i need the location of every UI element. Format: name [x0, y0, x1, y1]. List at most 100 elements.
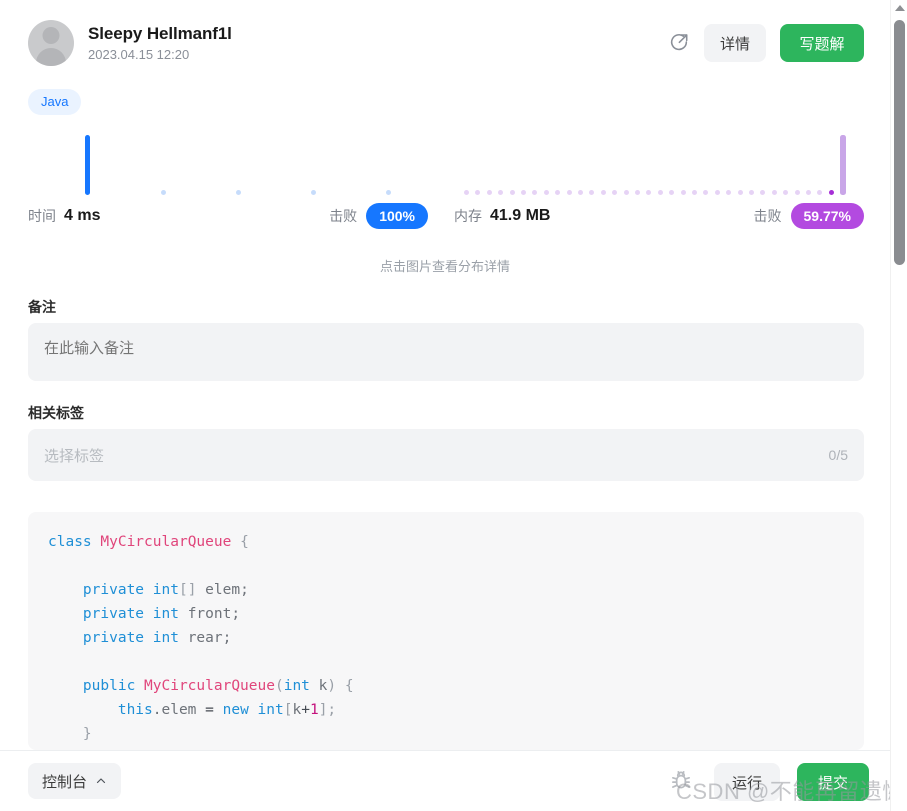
page-root: Sleepy Hellmanf1l 2023.04.15 12:20 详情 写题…	[0, 0, 907, 811]
code-token: int	[257, 702, 284, 718]
memory-distribution-chart[interactable]	[454, 135, 864, 195]
memory-chart-bar	[600, 190, 606, 195]
memory-chart-bar	[680, 190, 686, 195]
detail-button[interactable]: 详情	[704, 24, 766, 62]
memory-chart-bar	[464, 190, 469, 195]
memory-chart-bar	[749, 190, 754, 195]
code-token: int	[152, 582, 179, 598]
memory-beat-badge: 59.77%	[790, 203, 864, 229]
memory-stat[interactable]: 内存 41.9 MB 击败 59.77%	[454, 135, 864, 245]
time-chart-bar	[161, 190, 166, 195]
remark-input[interactable]	[28, 323, 864, 381]
memory-label: 内存	[454, 208, 482, 224]
code-token: private	[82, 582, 153, 598]
memory-chart-bar	[623, 190, 629, 195]
share-icon[interactable]	[668, 32, 690, 54]
code-token: public	[82, 678, 145, 694]
code-token: ];	[318, 702, 337, 718]
tags-placeholder: 选择标签	[44, 447, 105, 465]
code-token: MyCircularQueue	[144, 678, 275, 694]
code-token: []	[178, 582, 206, 598]
language-tag: Java	[28, 89, 82, 115]
memory-chart-bar	[635, 190, 640, 195]
run-button[interactable]: 运行	[714, 763, 780, 801]
stats-section: 时间 4 ms 击败 100% 内存 41.9 MB 击败 59.77%	[28, 135, 864, 245]
memory-chart-bar	[555, 190, 561, 195]
time-chart-bar-current	[85, 135, 90, 195]
code-token: private	[82, 606, 153, 622]
chevron-up-icon	[95, 775, 107, 787]
time-label: 时间	[28, 208, 56, 224]
time-stat[interactable]: 时间 4 ms 击败 100%	[28, 135, 428, 245]
code-token: {	[240, 534, 249, 550]
code-line: class MyCircularQueue {	[48, 530, 844, 554]
code-token: class	[48, 534, 101, 550]
submit-time: 2023.04.15 12:20	[88, 46, 190, 62]
code-content: class MyCircularQueue { private int[] el…	[28, 512, 864, 750]
code-token: (	[274, 678, 284, 694]
page-scrollbar[interactable]	[890, 0, 907, 811]
code-token: rear;	[187, 630, 232, 646]
memory-chart-bar	[737, 190, 743, 195]
code-token: this	[117, 702, 153, 718]
header-actions: 详情 写题解	[668, 24, 864, 62]
time-chart-bar	[386, 190, 391, 195]
memory-chart-bar	[657, 190, 663, 195]
remark-label: 备注	[28, 299, 56, 315]
memory-stat-row: 内存 41.9 MB 击败 59.77%	[454, 203, 864, 229]
memory-chart-bar	[646, 190, 652, 195]
time-distribution-chart[interactable]	[28, 135, 428, 195]
memory-chart-bar	[509, 190, 515, 195]
submission-header: Sleepy Hellmanf1l 2023.04.15 12:20 详情 写题…	[28, 18, 864, 68]
submit-button[interactable]: 提交	[797, 763, 869, 801]
code-token: }	[82, 726, 92, 742]
code-token: )	[327, 678, 345, 694]
memory-chart-bar-marker	[828, 190, 834, 195]
code-token: private	[82, 630, 153, 646]
time-beat-label: 击败	[329, 208, 358, 224]
console-button[interactable]: 控制台	[28, 763, 122, 799]
bottom-toolbar: 控制台 运行 提交	[0, 750, 890, 811]
user-name: Sleepy Hellmanf1l	[88, 23, 232, 43]
user-info: Sleepy Hellmanf1l 2023.04.15 12:20	[88, 23, 232, 64]
memory-chart-bar	[486, 190, 492, 195]
memory-chart-bar	[806, 190, 811, 195]
time-chart-bar	[311, 190, 316, 195]
time-stat-row: 时间 4 ms 击败 100%	[28, 203, 428, 229]
code-token: new	[222, 702, 258, 718]
code-token: 1	[309, 702, 319, 718]
tags-select[interactable]: 选择标签 0/5	[28, 429, 864, 481]
code-token: front;	[187, 606, 241, 622]
code-line: private int[] elem;	[48, 578, 844, 602]
tags-counter: 0/5	[828, 447, 848, 463]
tags-label: 相关标签	[28, 405, 84, 421]
memory-beat-label: 击败	[753, 208, 782, 224]
memory-chart-bar	[669, 190, 675, 195]
code-token: int	[283, 678, 319, 694]
scroll-up-arrow-icon[interactable]	[891, 1, 907, 15]
chart-hint: 点击图片查看分布详情	[379, 259, 510, 274]
avatar[interactable]	[28, 20, 74, 66]
code-block[interactable]: class MyCircularQueue { private int[] el…	[28, 512, 864, 750]
scrollbar-thumb[interactable]	[894, 20, 905, 265]
write-solution-button[interactable]: 写题解	[780, 24, 864, 62]
memory-chart-bar	[589, 190, 595, 195]
code-line: }	[48, 722, 844, 746]
memory-chart-bar	[703, 190, 709, 195]
time-beat-badge: 100%	[366, 203, 428, 229]
memory-chart-bar	[726, 190, 732, 195]
code-line: this.elem = new int[k+1];	[48, 698, 844, 722]
memory-chart-bar-current	[840, 135, 847, 195]
code-line: private int front;	[48, 602, 844, 626]
memory-chart-bar	[498, 190, 504, 195]
memory-chart-bar	[578, 190, 583, 195]
code-line: public MyCircularQueue(int k) {	[48, 674, 844, 698]
code-token: +	[301, 702, 310, 718]
memory-chart-bar	[532, 190, 538, 195]
code-token: MyCircularQueue	[100, 534, 241, 550]
